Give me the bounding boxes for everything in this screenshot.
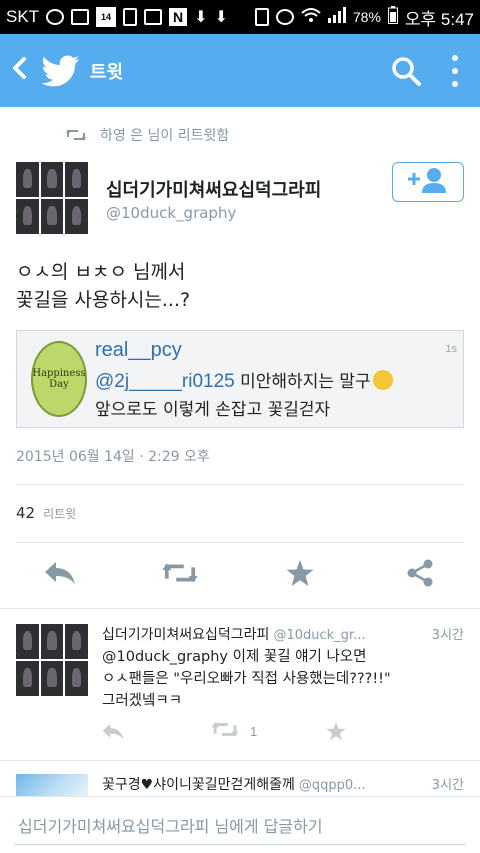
reply-time: 3시간 — [427, 774, 464, 793]
reply-text-line1: @10duck_graphy 이제 꽃길 얘기 나오면 — [102, 649, 367, 665]
retweet-icon — [66, 128, 86, 142]
reply-text-line3: 그러겠넼ㅋㅋ — [102, 693, 183, 709]
media-line1-text: 미안해하지는 말구 — [234, 372, 371, 392]
search-icon[interactable] — [390, 55, 422, 87]
back-arrow-icon[interactable] — [10, 53, 34, 88]
reply-author-handle[interactable]: @qqpp0... — [299, 778, 366, 793]
retweet-icon — [211, 721, 239, 742]
download-icon-2: ⬇ — [214, 9, 228, 26]
nfc-icon: N — [169, 8, 188, 26]
carrier-label: SKT — [6, 7, 40, 26]
follow-button[interactable] — [392, 162, 464, 202]
reply-tweet[interactable]: 꽃구경♥샤이니꽃길만걷게해줄께 @qqpp0... 3시간 — [16, 774, 464, 796]
clock-label: 오후 5:47 — [404, 9, 474, 29]
divider — [16, 542, 464, 543]
divider — [0, 608, 480, 609]
author-handle[interactable]: @10duck_graphy — [106, 204, 236, 222]
tweet-media-image[interactable]: Happiness Day real__pcy 1s @2j_____ri012… — [16, 330, 464, 428]
download-icon: ⬇ — [194, 9, 208, 26]
media-mention: @2j_____ri0125 — [95, 371, 235, 392]
media-text-line2: 앞으로도 이렇게 손잡고 꽃길걷자 — [95, 400, 331, 420]
reply-author-name[interactable]: 꽃구경♥샤이니꽃길만걷게해줄께 — [102, 777, 295, 793]
calendar-icon: 14 — [96, 7, 117, 27]
app-bar: 트윗 — [0, 34, 480, 107]
wifi-icon — [301, 7, 321, 28]
battery-label: 78% — [352, 9, 381, 25]
add-user-icon — [406, 167, 450, 197]
alarm-icon — [275, 9, 294, 25]
retweet-count-number: 42 — [16, 504, 36, 522]
retweet-count[interactable]: 42 리트윗 — [16, 504, 76, 522]
reply-actions: 1 — [102, 720, 362, 742]
reply-text-line2: ㅇㅅ팬들은 "우리오빠가 직접 사용했는데???!!" — [102, 671, 391, 687]
status-bar: SKT 14 N ⬇ ⬇ 78% 오후 5:47 — [0, 0, 480, 34]
reply-retweet-count: 1 — [250, 723, 258, 739]
reply-header: 꽃구경♥샤이니꽃길만걷게해줄께 @qqpp0... — [102, 774, 464, 794]
media-text-line1: @2j_____ri0125 미안해하지는 말구 — [95, 367, 393, 393]
tweet-actions — [0, 556, 480, 596]
tweet-text-line1: ㅇㅅ의 ㅂㅊㅇ 님께서 — [16, 261, 186, 283]
reply-time: 3시간 — [427, 624, 464, 643]
tweet-text-line2: 꽃길을 사용하시는...? — [16, 289, 191, 311]
media-username: real__pcy — [95, 339, 182, 361]
reply-composer: 십더기가미쳐써요십덕그라피 님에게 답글하기 — [0, 796, 480, 853]
reply-text: @10duck_graphy 이제 꽃길 얘기 나오면 ㅇㅅ팬들은 "우리오빠가… — [102, 646, 452, 712]
tweet-timestamp: 2015년 06월 14일 · 2:29 오후 — [16, 449, 210, 465]
retweet-icon[interactable] — [163, 556, 197, 590]
battery-icon — [387, 5, 398, 29]
reply-icon[interactable] — [102, 720, 124, 742]
more-vertical-icon[interactable] — [450, 54, 460, 87]
divider — [16, 484, 464, 485]
retweet-count-label: 리트윗 — [43, 507, 77, 521]
reply-tweet[interactable]: 십더기가미쳐써요십덕그라피 @10duck_gr... 3시간 @10duck_g… — [16, 624, 464, 754]
share-icon[interactable] — [403, 556, 437, 590]
retweet-button[interactable]: 1 — [211, 720, 258, 742]
reply-author-name[interactable]: 십더기가미쳐써요십덕그라피 — [102, 627, 269, 643]
reply-header: 십더기가미쳐써요십덕그라피 @10duck_gr... — [102, 624, 464, 644]
avatar[interactable] — [16, 162, 88, 234]
tweet-text: ㅇㅅ의 ㅂㅊㅇ 님께서 꽃길을 사용하시는...? — [16, 258, 190, 314]
avatar[interactable] — [16, 624, 88, 696]
author-name[interactable]: 십더기가미쳐써요십덕그라피 — [106, 176, 321, 202]
media-time: 1s — [445, 343, 457, 355]
avatar[interactable] — [16, 774, 88, 796]
screenshot-icon — [71, 9, 90, 25]
divider — [0, 760, 480, 761]
twitter-bird-icon — [41, 55, 80, 87]
retweeted-by-header: 하영 은 님이 리트윗함 — [0, 122, 480, 148]
notification-icon — [46, 9, 65, 25]
gallery-icon — [144, 9, 163, 25]
smile-emoji-icon — [372, 370, 393, 390]
retweeted-by-text: 하영 은 님이 리트윗함 — [100, 128, 230, 144]
reply-author-handle[interactable]: @10duck_gr... — [273, 628, 365, 643]
star-icon[interactable] — [326, 720, 346, 742]
signal-icon — [327, 6, 346, 28]
reply-icon[interactable] — [43, 556, 77, 590]
tweet-author: 십더기가미쳐써요십덕그라피 @10duck_graphy — [16, 162, 464, 234]
happiness-day-logo: Happiness Day — [31, 341, 87, 417]
vibrate-icon — [254, 8, 269, 26]
star-icon[interactable] — [283, 556, 317, 590]
reply-input[interactable]: 십더기가미쳐써요십덕그라피 님에게 답글하기 — [14, 805, 466, 845]
phone-icon — [123, 8, 138, 26]
page-title: 트윗 — [90, 61, 124, 83]
